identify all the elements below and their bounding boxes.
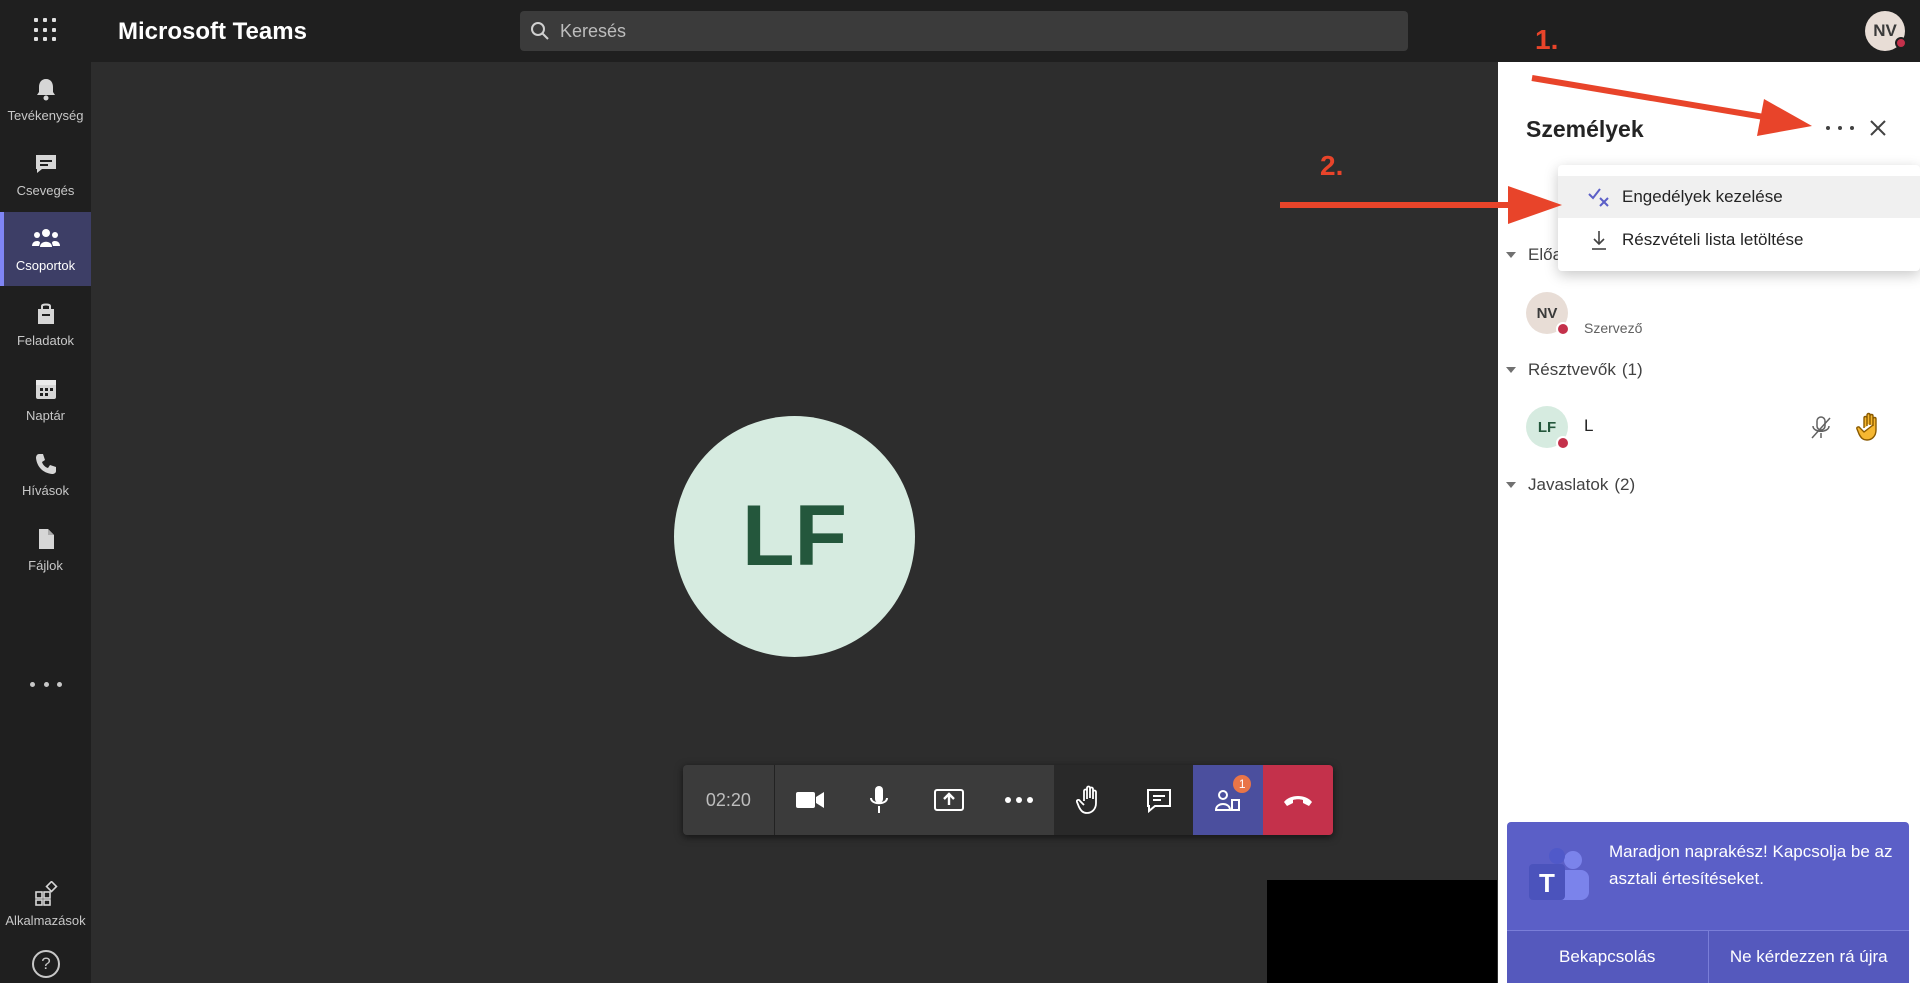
share-screen-icon: [934, 789, 965, 811]
left-rail: Tevékenység Csevegés Csoportok Feladatok…: [0, 62, 91, 983]
camera-button[interactable]: [774, 765, 845, 835]
apps-icon: [34, 880, 58, 906]
more-apps-icon[interactable]: [30, 682, 62, 692]
toast-message: Maradjon naprakész! Kapcsolja be az aszt…: [1609, 842, 1893, 888]
section-count: (2): [1614, 475, 1636, 494]
self-video-preview: [1267, 880, 1497, 983]
annotation-step-2: 2.: [1320, 150, 1344, 181]
phone-icon: [35, 453, 56, 474]
calendar-icon: [35, 379, 56, 399]
rail-item-label: Alkalmazások: [5, 912, 86, 928]
close-icon[interactable]: [1868, 118, 1888, 138]
rail-item-label: Csoportok: [15, 257, 76, 273]
download-icon: [1592, 231, 1606, 250]
toast-actions: Bekapcsolás Ne kérdezzen rá újra: [1507, 930, 1909, 983]
presence-busy-icon: [1895, 37, 1907, 49]
rail-item-label: Csevegés: [16, 182, 75, 198]
presence-busy-icon: [1556, 322, 1570, 336]
more-actions-button[interactable]: [984, 765, 1054, 835]
rail-item-label: Hívások: [22, 482, 69, 498]
user-avatar[interactable]: NV: [1865, 11, 1907, 51]
participant-avatar: LF: [674, 416, 915, 657]
organizer-initials: NV: [1536, 304, 1558, 322]
participant-initials: LF: [741, 488, 848, 584]
share-screen-button[interactable]: [914, 765, 985, 835]
menu-item-manage-permissions[interactable]: Engedélyek kezelése: [1558, 176, 1920, 218]
menu-item-download-attendance[interactable]: Részvételi lista letöltése: [1558, 219, 1920, 261]
rail-item-assignments[interactable]: Feladatok: [0, 287, 91, 361]
svg-text:T: T: [1539, 868, 1555, 898]
rail-item-chat[interactable]: Csevegés: [0, 137, 91, 211]
rail-item-teams[interactable]: Csoportok: [0, 212, 91, 286]
call-timer: 02:20: [683, 765, 775, 835]
manage-permissions-icon: [1588, 188, 1609, 207]
section-label: Résztvevők: [1528, 360, 1616, 379]
teams-logo-icon: T: [1529, 848, 1589, 900]
dont-ask-again-button[interactable]: Ne kérdezzen rá újra: [1707, 931, 1909, 983]
search-input[interactable]: [560, 11, 1380, 51]
attendee-initials: LF: [1537, 418, 1557, 436]
rail-item-activity[interactable]: Tevékenység: [0, 62, 91, 136]
panel-more-options-icon[interactable]: [1826, 120, 1854, 136]
call-controls: 02:20 1: [683, 765, 1333, 835]
attendee-row[interactable]: LF L: [1526, 406, 1906, 456]
chat-icon: [35, 154, 56, 173]
teams-icon: [31, 228, 60, 247]
section-suggestions[interactable]: Javaslatok (2): [1506, 475, 1635, 495]
annotation-step-1: 1.: [1535, 24, 1559, 55]
organizer-row[interactable]: NV Szervező: [1526, 292, 1906, 342]
section-attendees[interactable]: Résztvevők (1): [1506, 360, 1643, 380]
chevron-down-icon: [1506, 252, 1516, 258]
chevron-down-icon: [1506, 367, 1516, 373]
hang-up-icon: [1284, 796, 1313, 806]
presence-busy-icon: [1556, 436, 1570, 450]
participants-button[interactable]: 1: [1193, 765, 1264, 835]
enable-notifications-button[interactable]: Bekapcsolás: [1507, 931, 1708, 983]
help-symbol: ?: [41, 954, 51, 973]
panel-options-menu: Engedélyek kezelése Részvételi lista let…: [1558, 165, 1920, 271]
raise-hand-icon: [1075, 785, 1097, 814]
raised-hand-icon: [1856, 412, 1877, 441]
organizer-role: Szervező: [1584, 320, 1643, 336]
rail-item-calls[interactable]: Hívások: [0, 437, 91, 511]
camera-icon: [795, 792, 824, 808]
search-icon: [531, 22, 549, 40]
chevron-down-icon: [1506, 482, 1516, 488]
top-bar: Microsoft Teams NV: [0, 0, 1920, 62]
user-initials: NV: [1873, 21, 1897, 40]
help-icon[interactable]: ?: [32, 950, 60, 978]
participants-badge: 1: [1233, 775, 1252, 793]
microphone-icon: [870, 786, 889, 813]
chat-button[interactable]: [1123, 765, 1194, 835]
app-launcher-icon[interactable]: [34, 18, 58, 42]
raise-hand-button[interactable]: [1053, 765, 1124, 835]
rail-item-label: Naptár: [25, 407, 66, 423]
chat-bubble-icon: [1146, 789, 1171, 813]
rail-item-files[interactable]: Fájlok: [0, 512, 91, 586]
more-icon: [1004, 797, 1033, 803]
bell-icon: [36, 78, 55, 100]
microphone-button[interactable]: [844, 765, 915, 835]
menu-item-label: Részvételi lista letöltése: [1622, 230, 1804, 249]
notification-toast: T Maradjon naprakész! Kapcsolja be az as…: [1507, 822, 1909, 983]
rail-item-calendar[interactable]: Naptár: [0, 362, 91, 436]
attendee-avatar: LF: [1526, 406, 1570, 450]
file-icon: [38, 528, 54, 549]
organizer-avatar: NV: [1526, 292, 1570, 336]
menu-item-label: Engedélyek kezelése: [1622, 187, 1783, 206]
rail-item-label: Tevékenység: [7, 107, 84, 123]
rail-item-label: Feladatok: [16, 332, 75, 348]
app-title: Microsoft Teams: [118, 18, 307, 45]
attendee-name: L: [1584, 416, 1594, 435]
mic-muted-icon[interactable]: [1810, 416, 1832, 440]
section-count: (1): [1621, 360, 1643, 379]
section-label: Javaslatok: [1528, 475, 1609, 494]
panel-title: Személyek: [1526, 116, 1644, 142]
search-bar[interactable]: [520, 11, 1408, 51]
rail-item-label: Fájlok: [28, 557, 63, 573]
rail-item-apps[interactable]: Alkalmazások: [0, 867, 91, 941]
hang-up-button[interactable]: [1263, 765, 1333, 835]
assignments-icon: [37, 303, 54, 324]
